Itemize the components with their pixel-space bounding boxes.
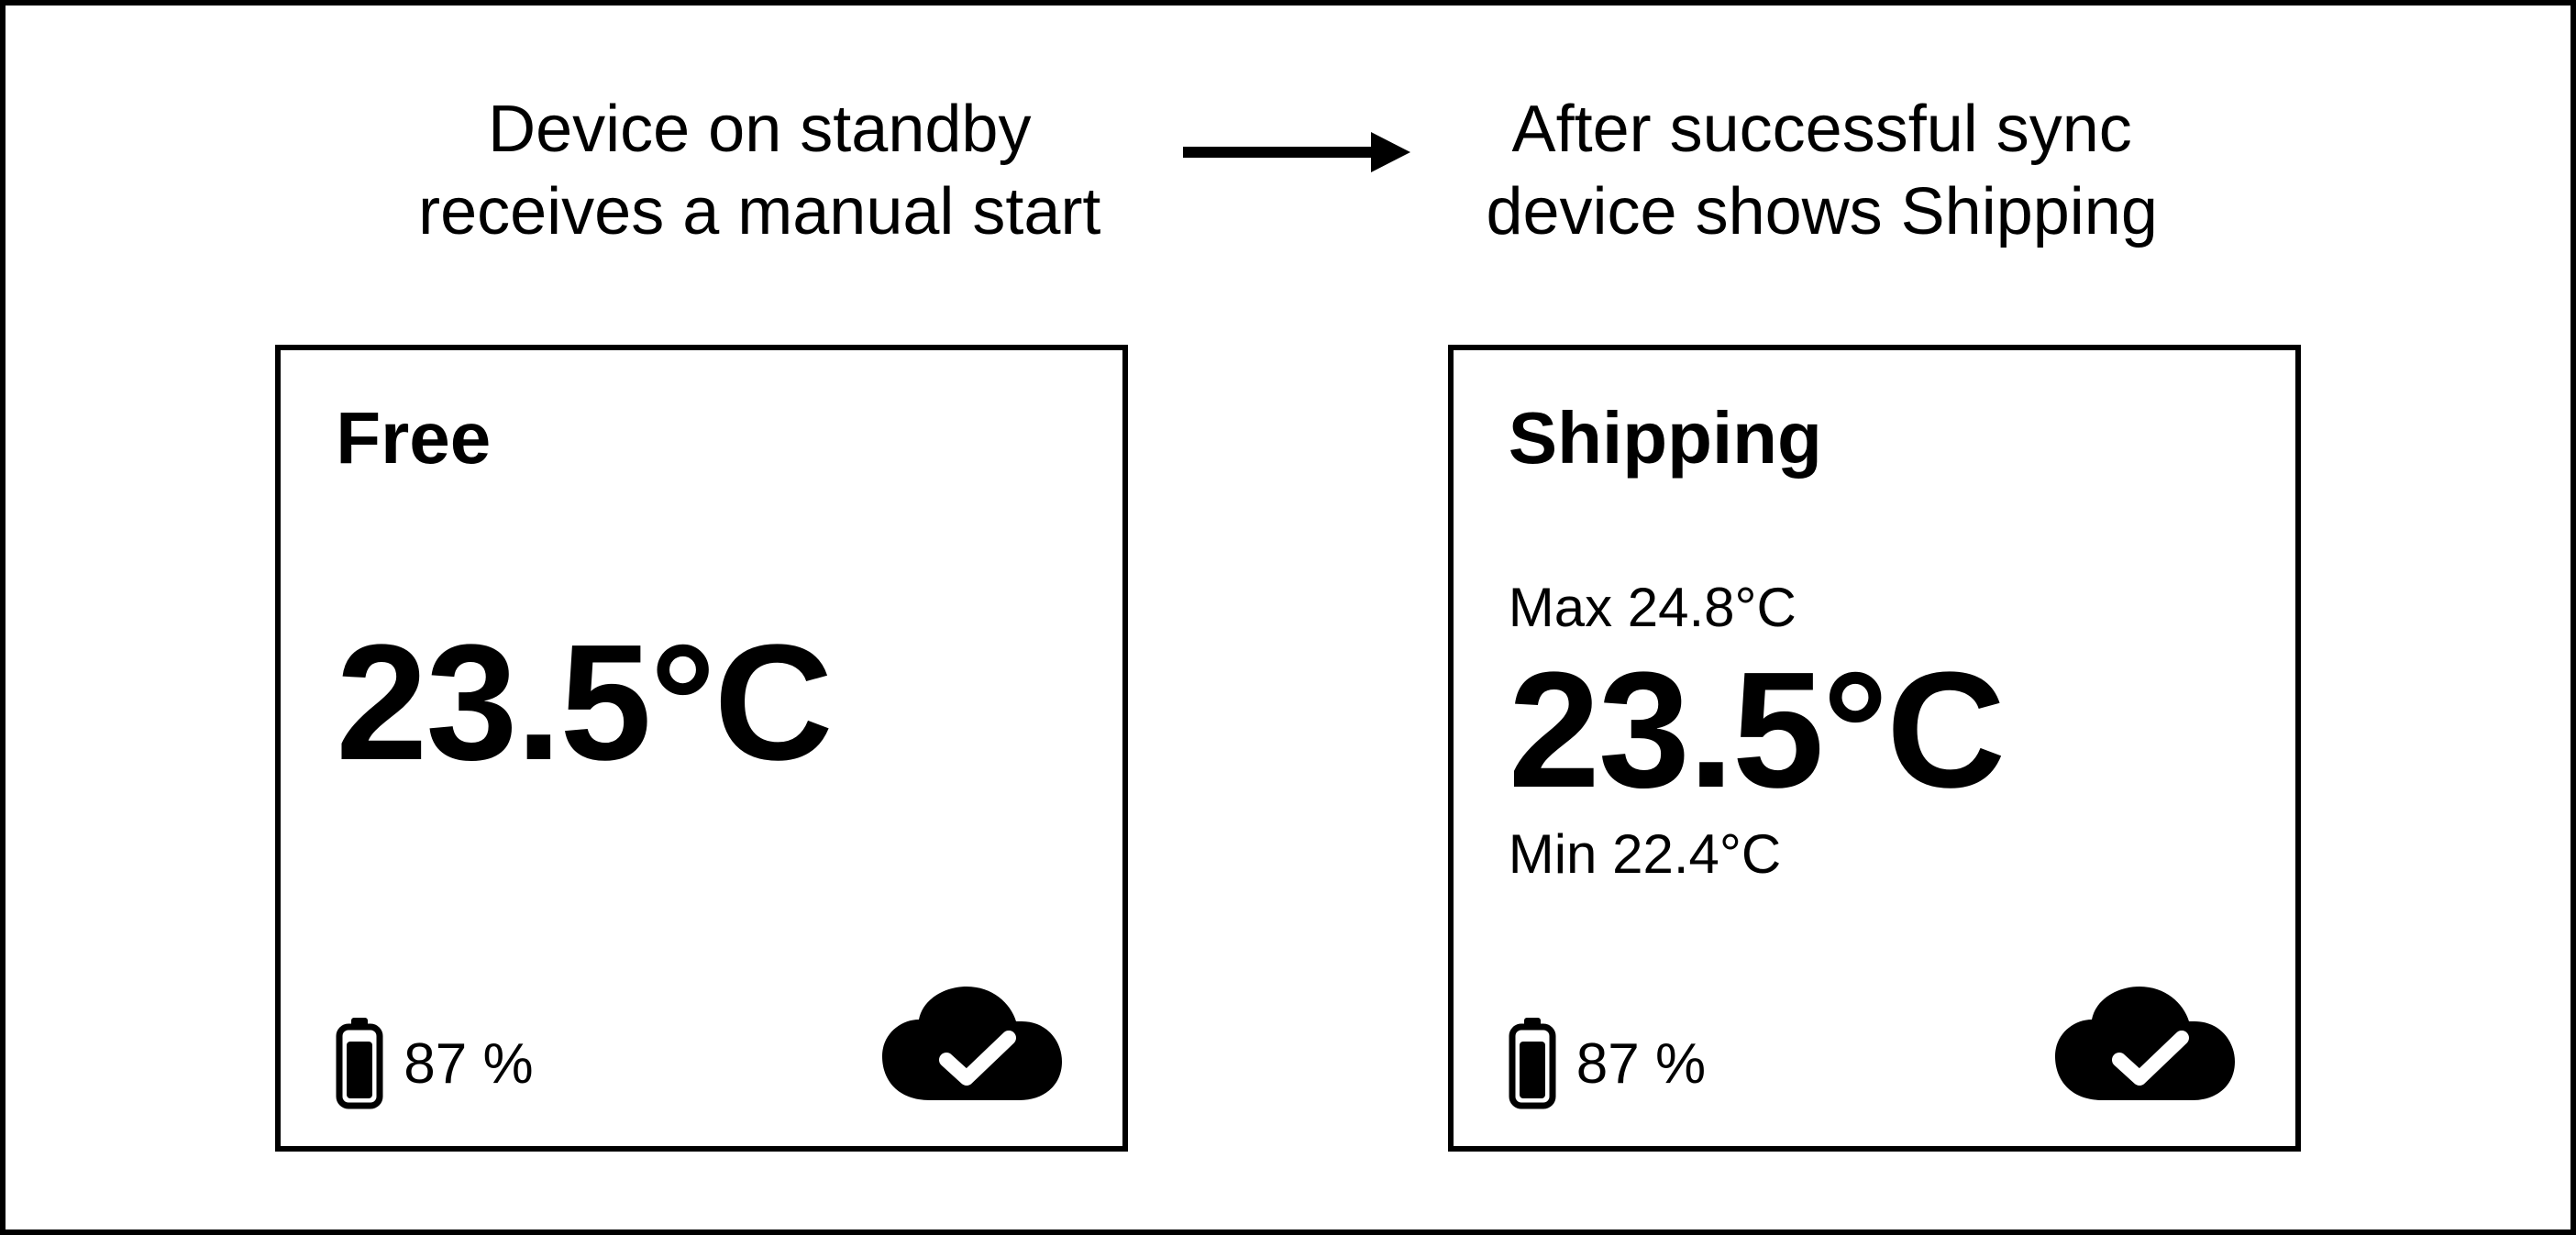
max-temperature: Max 24.8°C <box>1509 576 2240 639</box>
caption-left: Device on standby receives a manual star… <box>418 88 1100 253</box>
device-footer: 87 % <box>1509 981 2240 1109</box>
battery-percent: 87 % <box>404 1031 533 1097</box>
battery-indicator: 87 % <box>336 1018 533 1109</box>
status-label: Free <box>336 396 1067 480</box>
device-footer: 87 % <box>336 981 1067 1109</box>
battery-indicator: 87 % <box>1509 1018 1706 1109</box>
battery-icon <box>1509 1018 1556 1109</box>
cloud-sync-ok-icon <box>2048 981 2240 1109</box>
screens-row: Free 23.5°C 87 % <box>6 345 2570 1152</box>
current-temperature: 23.5°C <box>336 621 1067 786</box>
device-screen-shipping: Shipping Max 24.8°C 23.5°C Min 22.4°C 87… <box>1448 345 2301 1152</box>
device-screen-standby: Free 23.5°C 87 % <box>275 345 1128 1152</box>
caption-right: After successful sync device shows Shipp… <box>1486 88 2157 253</box>
current-temperature: 23.5°C <box>1509 648 2240 813</box>
battery-percent: 87 % <box>1576 1031 1706 1097</box>
readings-block: 23.5°C <box>336 621 1067 786</box>
status-label: Shipping <box>1509 396 2240 480</box>
readings-block: Max 24.8°C 23.5°C Min 22.4°C <box>1509 576 2240 886</box>
captions-row: Device on standby receives a manual star… <box>6 88 2570 253</box>
min-temperature: Min 22.4°C <box>1509 822 2240 886</box>
battery-icon <box>336 1018 383 1109</box>
cloud-sync-ok-icon <box>875 981 1067 1109</box>
arrow-right-icon <box>1174 125 1412 180</box>
diagram-frame: Device on standby receives a manual star… <box>0 0 2576 1235</box>
